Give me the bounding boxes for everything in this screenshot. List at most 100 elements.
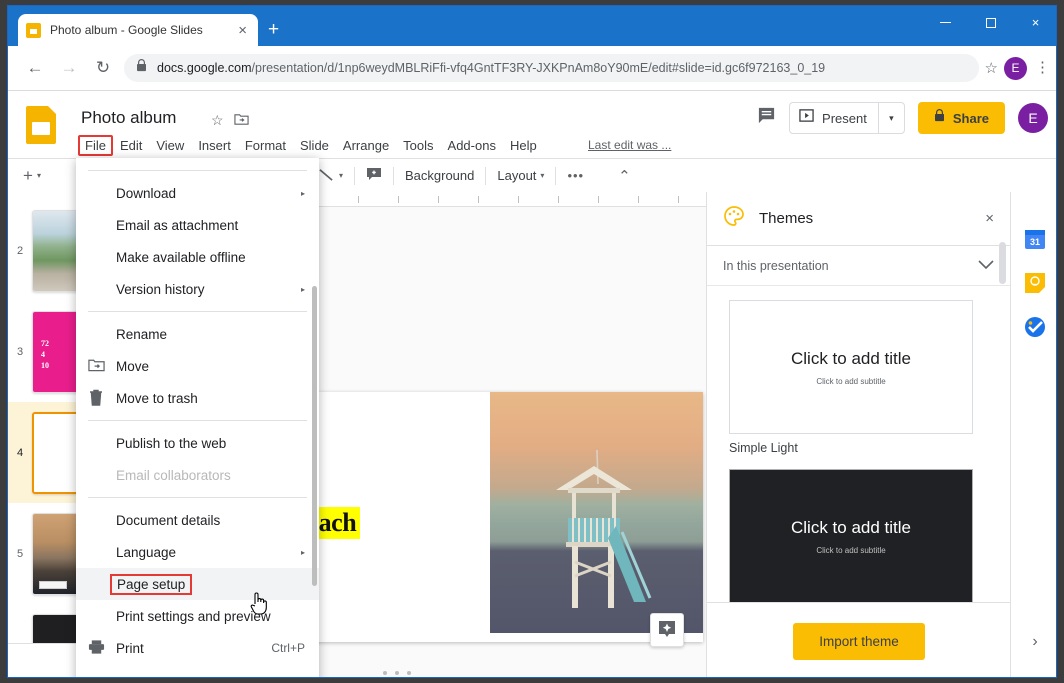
- menu-item-make-available-offline[interactable]: Make available offline: [76, 241, 319, 273]
- new-slide-button[interactable]: + ▾: [17, 163, 47, 189]
- header-actions: Present ▾ Share E: [757, 102, 1048, 134]
- menu-item-label: Document details: [116, 512, 221, 528]
- close-icon[interactable]: ×: [985, 210, 994, 227]
- toolbar-divider: [392, 166, 394, 185]
- menu-item-print-settings-and-preview[interactable]: Print settings and preview: [76, 600, 319, 632]
- theme-name: Simple Light: [729, 441, 798, 455]
- minimize-button[interactable]: [923, 6, 968, 39]
- menu-item-move[interactable]: Move: [76, 350, 319, 382]
- menu-item-label: Publish to the web: [116, 435, 227, 451]
- menu-scrollbar[interactable]: [312, 286, 317, 586]
- theme-preview-subtitle: Click to add subtitle: [816, 376, 886, 386]
- share-label: Share: [952, 110, 989, 126]
- menu-add-ons[interactable]: Add-ons: [441, 135, 503, 156]
- menu-slide[interactable]: Slide: [293, 135, 336, 156]
- account-avatar[interactable]: E: [1018, 103, 1048, 133]
- menu-help[interactable]: Help: [503, 135, 544, 156]
- background-label: Background: [404, 168, 475, 183]
- side-apps-rail: 31 ›: [1010, 192, 1056, 677]
- file-menu-dropdown[interactable]: Download ▸ Email as attachment Make avai…: [76, 158, 319, 677]
- menu-divider: [88, 170, 307, 171]
- menu-item-version-history[interactable]: Version history ▸: [76, 273, 319, 305]
- menu-item-email-as-attachment[interactable]: Email as attachment: [76, 209, 319, 241]
- menu-insert[interactable]: Insert: [191, 135, 238, 156]
- menu-item-move-to-trash[interactable]: Move to trash: [76, 382, 319, 414]
- theme-preview[interactable]: Click to add title Click to add subtitle: [729, 469, 973, 602]
- google-calendar-icon[interactable]: 31: [1024, 228, 1046, 250]
- menu-edit[interactable]: Edit: [113, 135, 149, 156]
- google-keep-icon[interactable]: [1024, 272, 1046, 294]
- menu-arrange[interactable]: Arrange: [336, 135, 396, 156]
- browser-titlebar: Photo album - Google Slides × + ×: [8, 6, 1056, 46]
- browser-profile-avatar[interactable]: E: [1004, 56, 1027, 80]
- import-theme-button[interactable]: Import theme: [793, 622, 925, 660]
- share-button[interactable]: Share: [917, 102, 1005, 134]
- expand-rail-icon[interactable]: ›: [1011, 633, 1056, 651]
- maximize-button[interactable]: [968, 6, 1013, 39]
- last-edit-status[interactable]: Last edit was ...: [588, 138, 671, 152]
- document-title[interactable]: Photo album: [81, 108, 176, 128]
- tab-close-icon[interactable]: ×: [235, 23, 250, 38]
- menu-item-print[interactable]: Print Ctrl+P: [76, 632, 319, 664]
- menu-view[interactable]: View: [149, 135, 191, 156]
- slide-number: 4: [16, 446, 24, 459]
- themes-filter-dropdown[interactable]: In this presentation: [707, 246, 1010, 286]
- menu-item-label: Email as attachment: [116, 217, 239, 233]
- url-text: docs.google.com/presentation/d/1np6weydM…: [157, 61, 826, 75]
- more-options-button[interactable]: •••: [561, 163, 590, 189]
- reload-button[interactable]: ↻: [86, 51, 120, 85]
- collapse-toolbar-button[interactable]: ⌃: [612, 163, 637, 189]
- present-button[interactable]: Present ▾: [789, 102, 905, 134]
- theme-preview[interactable]: Click to add title Click to add subtitle: [729, 300, 973, 434]
- add-comment-button[interactable]: [360, 163, 388, 189]
- menu-item-label: Move to trash: [116, 390, 198, 406]
- menu-item-label: Email collaborators: [116, 467, 231, 483]
- browser-menu-icon[interactable]: ⋮: [1035, 60, 1050, 75]
- menu-format[interactable]: Format: [238, 135, 293, 156]
- browser-tab[interactable]: Photo album - Google Slides ×: [18, 14, 258, 46]
- menu-item-email-collaborators: Email collaborators: [76, 459, 319, 491]
- lock-icon-share: [934, 109, 945, 127]
- present-dropdown-caret[interactable]: ▾: [877, 103, 904, 133]
- menu-item-publish-to-web[interactable]: Publish to the web: [76, 427, 319, 459]
- back-button[interactable]: ←: [18, 51, 52, 85]
- move-to-folder-icon[interactable]: [234, 112, 249, 130]
- menu-file[interactable]: File: [78, 135, 113, 156]
- star-doc-icon[interactable]: ☆: [211, 112, 224, 129]
- close-window-button[interactable]: ×: [1013, 6, 1056, 39]
- comment-history-icon[interactable]: [757, 106, 776, 130]
- menu-item-language[interactable]: Language ▸: [76, 536, 319, 568]
- app-header: Photo album ☆ File Edit View Insert Form…: [8, 92, 1056, 158]
- chevron-down-icon: ▾: [36, 171, 41, 180]
- layout-button[interactable]: Layout ▾: [491, 163, 550, 189]
- themes-panel: Themes × In this presentation Click to a…: [706, 192, 1011, 677]
- background-button[interactable]: Background: [399, 163, 480, 189]
- menu-item-page-setup[interactable]: Page setup: [76, 568, 319, 600]
- forward-button[interactable]: →: [52, 51, 86, 85]
- themes-scrollbar[interactable]: [999, 242, 1006, 284]
- chevron-down-icon: ▾: [338, 171, 343, 180]
- menu-tools[interactable]: Tools: [396, 135, 440, 156]
- present-label: Present: [822, 110, 867, 126]
- bookmark-star-icon[interactable]: ☆: [985, 59, 998, 77]
- google-slides-logo-icon: [26, 106, 56, 144]
- menu-item-shortcut: Ctrl+P: [271, 641, 305, 655]
- explore-button[interactable]: [650, 613, 684, 647]
- menu-item-download[interactable]: Download ▸: [76, 177, 319, 209]
- present-main[interactable]: Present: [790, 103, 878, 133]
- theme-card-simple-light[interactable]: Click to add title Click to add subtitle…: [707, 286, 1011, 455]
- themes-list[interactable]: Click to add title Click to add subtitle…: [707, 286, 1011, 602]
- menu-item-label: Make available offline: [116, 249, 246, 265]
- menu-divider: [88, 420, 307, 421]
- submenu-arrow-icon: ▸: [300, 188, 305, 198]
- address-bar[interactable]: docs.google.com/presentation/d/1np6weydM…: [124, 54, 979, 82]
- new-tab-button[interactable]: +: [268, 20, 279, 39]
- window-controls: ×: [923, 6, 1056, 46]
- chevron-down-icon: [978, 258, 994, 273]
- slides-favicon: [26, 22, 41, 38]
- google-tasks-icon[interactable]: [1024, 316, 1046, 338]
- menu-item-rename[interactable]: Rename: [76, 318, 319, 350]
- theme-card-simple-dark[interactable]: Click to add title Click to add subtitle…: [707, 455, 1011, 602]
- menu-item-document-details[interactable]: Document details: [76, 504, 319, 536]
- lifeguard-tower-photo[interactable]: [490, 392, 703, 633]
